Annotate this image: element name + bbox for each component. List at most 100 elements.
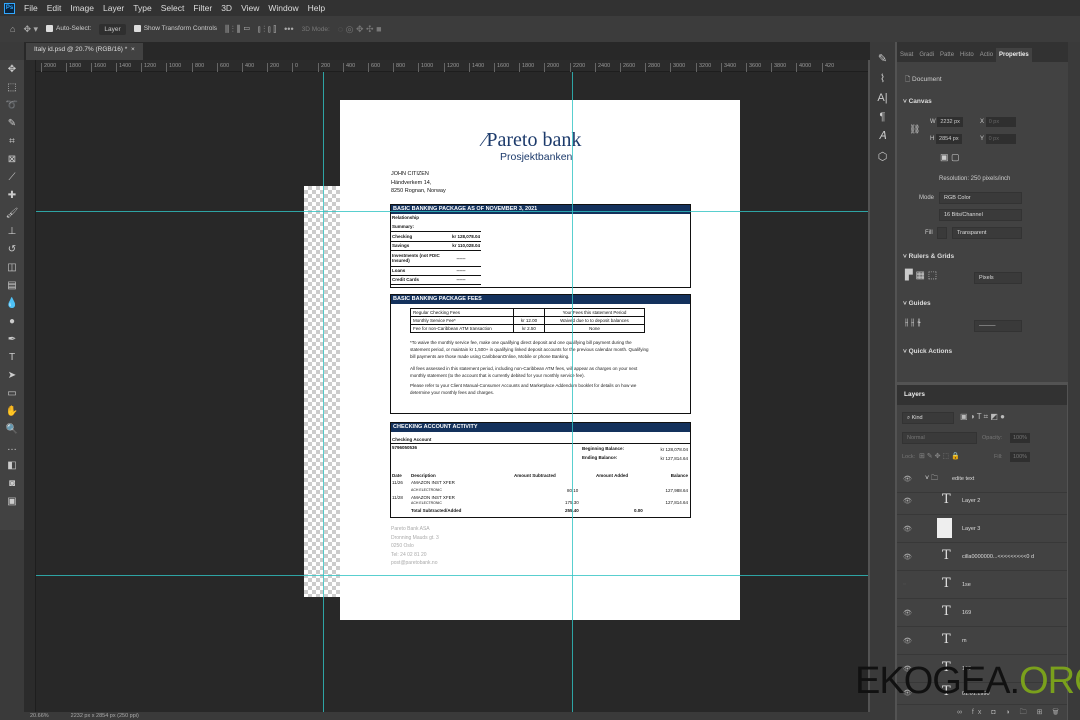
guide-vertical[interactable] (572, 72, 573, 712)
visibility-eye-icon[interactable]: 👁 (903, 637, 912, 645)
layer-row[interactable]: 👁 Tm (897, 627, 1067, 655)
orientation-icons[interactable]: ▣ ▢ (940, 152, 960, 163)
home-icon[interactable]: ⌂ (10, 24, 15, 34)
guide-vertical[interactable] (323, 72, 324, 712)
paragraph-icon[interactable]: ¶ (880, 111, 886, 123)
zoom-level[interactable]: 20.66% (30, 712, 49, 720)
screen-mode-icon[interactable]: ▣ (7, 494, 16, 509)
healing-brush-icon[interactable]: ✚ (8, 188, 16, 203)
text-layer-icon: T (942, 576, 951, 591)
tab-actions[interactable]: Actio (977, 48, 996, 62)
3d-icon[interactable]: ⬡ (878, 150, 888, 163)
type-tool-icon[interactable]: T (9, 350, 15, 365)
fill-swatch[interactable] (937, 227, 947, 239)
guides-header[interactable]: ˅ Guides (897, 300, 931, 307)
layer-footer-icons[interactable]: ∞ fx ◘ ◑ 🗀 ⊞ 🗑 (957, 708, 1063, 719)
brush-tool-icon[interactable]: 🖌 (6, 206, 19, 221)
rectangle-tool-icon[interactable]: ▭ (7, 386, 16, 401)
move-tool-icon[interactable]: ✥ ▾ (23, 24, 38, 35)
visibility-eye-icon[interactable]: 👁 (903, 497, 912, 505)
ruler-grid-icons[interactable]: ▛ ▦ ⬚ (905, 270, 937, 281)
zoom-tool-icon[interactable]: 🔍 (6, 422, 18, 437)
menu-type[interactable]: Type (133, 3, 151, 13)
eyedropper-icon[interactable]: ⟋ (9, 170, 16, 185)
visibility-eye-icon[interactable]: 👁 (903, 553, 912, 561)
quick-select-icon[interactable]: ✎ (8, 116, 16, 131)
ruler-tick: 1400 (469, 63, 484, 72)
auto-select-checkbox[interactable]: Auto-Select: (46, 25, 91, 33)
canvas-area[interactable]: ⁄Pareto bank Prosjektbanken JOHN CITIZEN… (36, 72, 868, 712)
more-tools-icon[interactable]: … (7, 440, 17, 455)
blur-tool-icon[interactable]: 💧 (6, 296, 18, 311)
layer-row[interactable]: 👁 Tcilla0000000...<<<<<<<<<0 d (897, 543, 1067, 571)
close-tab-icon[interactable]: × (131, 46, 135, 53)
visibility-eye-icon[interactable]: 👁 (903, 609, 912, 617)
menu-view[interactable]: View (241, 3, 259, 13)
guide-horizontal[interactable] (36, 211, 868, 212)
color-swatches-icon[interactable]: ◧ (7, 458, 16, 473)
layer-row[interactable]: 👁 Layer 3 (897, 515, 1067, 543)
eraser-icon[interactable]: ◫ (7, 260, 16, 275)
notes-icon[interactable]: ✎ (878, 52, 887, 65)
bit-depth-dropdown[interactable]: 16 Bits/Channel (939, 209, 1022, 221)
tab-properties[interactable]: Properties (996, 48, 1032, 62)
tab-swatches[interactable]: Swat (897, 48, 916, 62)
width-input[interactable]: 2232 px (937, 117, 963, 127)
gradient-tool-icon[interactable]: ▤ (7, 278, 16, 293)
kind-filter-dropdown[interactable]: ⌕ Kind (902, 412, 954, 424)
height-input[interactable]: 2854 px (936, 134, 962, 144)
visibility-eye-icon[interactable]: 👁 (903, 525, 912, 533)
path-select-icon[interactable]: ➤ (8, 368, 16, 383)
clone-stamp-icon[interactable]: ⊥ (8, 224, 17, 239)
show-transform-checkbox[interactable]: Show Transform Controls (133, 25, 217, 33)
guide-style-dropdown[interactable]: ――― (974, 320, 1022, 332)
rulers-grids-header[interactable]: ˅ Rulers & Grids (897, 253, 954, 260)
guide-icons[interactable]: ⫲ ⫲ ⫳ (905, 317, 921, 328)
brush-settings-icon[interactable]: ⌇ (880, 72, 885, 85)
menu-select[interactable]: Select (161, 3, 185, 13)
fill-dropdown[interactable]: Transparent (952, 227, 1022, 239)
menu-3d[interactable]: 3D (221, 3, 232, 13)
marquee-tool-icon[interactable]: ⬚ (7, 80, 16, 95)
glyphs-icon[interactable]: 𝐴 (879, 130, 886, 143)
auto-select-target-dropdown[interactable]: Layer (99, 23, 126, 35)
align-icons[interactable]: ⫼ ⫶ ⫼ ▭ ⫾ ⫶ ⫾ ⫿ (225, 24, 276, 35)
canvas-section-header[interactable]: ˅ Canvas (897, 98, 932, 105)
layer-row[interactable]: 👁 T Layer 2 (897, 487, 1067, 515)
tab-gradients[interactable]: Gradi (916, 48, 937, 62)
visibility-hidden-icon[interactable]: ▫ (903, 581, 905, 588)
lasso-tool-icon[interactable]: ➰ (6, 98, 18, 113)
document-tab[interactable]: Italy id.psd @ 20.7% (RGB/16) * × (26, 43, 143, 60)
quick-mask-icon[interactable]: ◙ (9, 476, 15, 491)
move-tool-icon[interactable]: ✥ (8, 62, 16, 77)
tab-patterns[interactable]: Patte (937, 48, 957, 62)
crop-tool-icon[interactable]: ⌗ (9, 134, 15, 149)
layers-tab[interactable]: Layers (897, 385, 1067, 405)
hand-tool-icon[interactable]: ✋ (6, 404, 18, 419)
history-brush-icon[interactable]: ↺ (8, 242, 16, 257)
frame-tool-icon[interactable]: ⊠ (8, 152, 16, 167)
menu-file[interactable]: File (24, 3, 38, 13)
menu-image[interactable]: Image (70, 3, 94, 13)
layer-row[interactable]: 👁 T 169 (897, 599, 1067, 627)
tab-history[interactable]: Histo (957, 48, 977, 62)
ruler-tick: 3400 (721, 63, 736, 72)
panel-scrollbar[interactable] (1068, 42, 1080, 720)
menu-window[interactable]: Window (268, 3, 298, 13)
pen-tool-icon[interactable]: ✒ (8, 332, 16, 347)
character-icon[interactable]: A| (877, 92, 887, 104)
quick-actions-header[interactable]: ˅ Quick Actions (897, 348, 952, 355)
link-icon[interactable]: ⛓ (909, 124, 920, 135)
menu-layer[interactable]: Layer (103, 3, 124, 13)
menu-filter[interactable]: Filter (193, 3, 212, 13)
guide-horizontal[interactable] (36, 575, 868, 576)
menu-edit[interactable]: Edit (47, 3, 62, 13)
filter-icons[interactable]: ▣ ◑ T ⌗ ◩ ● (960, 412, 1005, 422)
layer-row[interactable]: ▫ T 1se (897, 571, 1067, 599)
units-dropdown[interactable]: Pixels (974, 272, 1022, 284)
color-mode-dropdown[interactable]: RGB Color (939, 192, 1022, 204)
dodge-tool-icon[interactable]: ● (9, 314, 15, 329)
more-icon[interactable]: ••• (284, 24, 293, 34)
visibility-eye-icon[interactable]: 👁 (903, 475, 912, 483)
menu-help[interactable]: Help (308, 3, 325, 13)
